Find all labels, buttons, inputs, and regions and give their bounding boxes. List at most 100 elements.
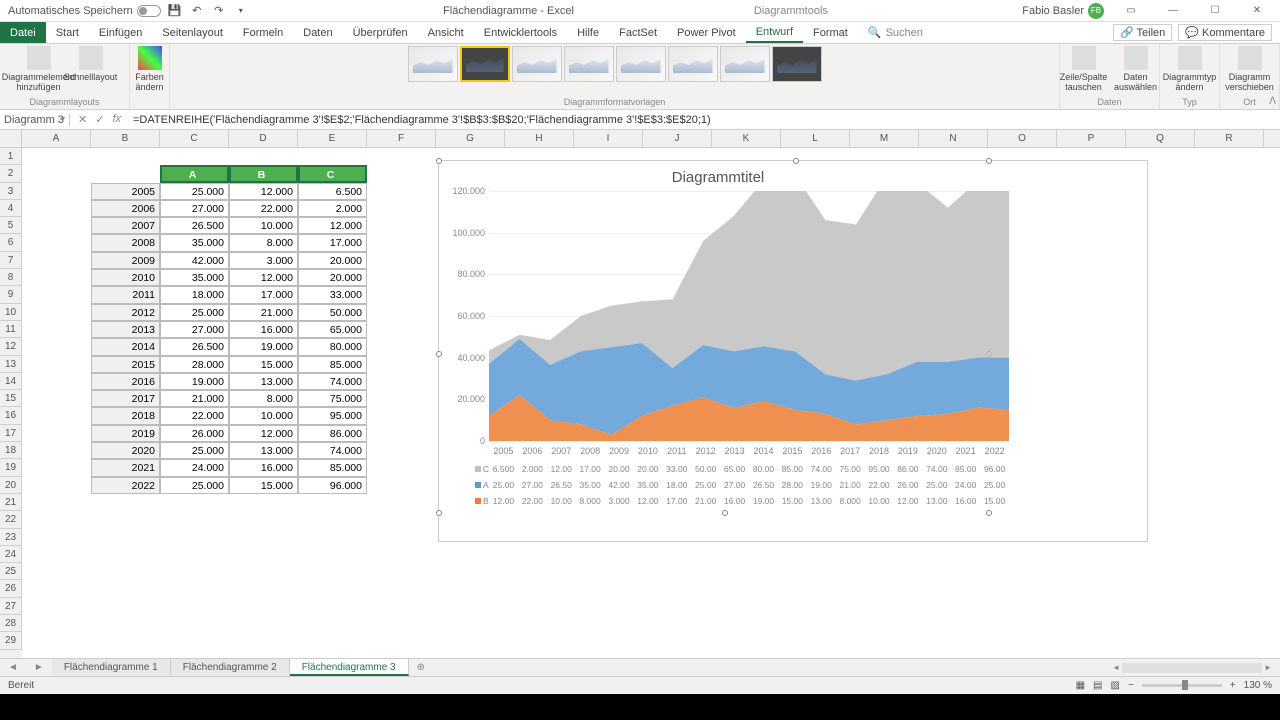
row-header[interactable]: 1 [0, 148, 22, 165]
change-chart-type-button[interactable]: Diagrammtyp ändern [1165, 46, 1215, 92]
row-header[interactable]: 19 [0, 459, 22, 476]
row-header[interactable]: 17 [0, 425, 22, 442]
col-header[interactable]: R [1195, 130, 1264, 147]
tab-entwicklertools[interactable]: Entwicklertools [474, 22, 567, 43]
chart-styles-gallery[interactable] [408, 46, 822, 82]
chart-style-1[interactable] [408, 46, 458, 82]
row-header[interactable]: 7 [0, 252, 22, 269]
sheet-tab[interactable]: Flächendiagramme 2 [171, 659, 290, 676]
row-header[interactable]: 21 [0, 494, 22, 511]
row-header[interactable]: 2 [0, 165, 22, 182]
table-cell[interactable]: 2010 [91, 269, 160, 286]
table-cell[interactable]: 12.000 [229, 269, 298, 286]
row-header[interactable]: 10 [0, 304, 22, 321]
chart-style-6[interactable] [668, 46, 718, 82]
row-header[interactable]: 13 [0, 356, 22, 373]
row-header[interactable]: 15 [0, 390, 22, 407]
zoom-level[interactable]: 130 % [1244, 680, 1272, 691]
chart-style-8[interactable] [772, 46, 822, 82]
table-cell[interactable]: 17.000 [229, 286, 298, 303]
table-cell[interactable]: 2009 [91, 252, 160, 269]
chart-style-5[interactable] [616, 46, 666, 82]
col-header[interactable]: G [436, 130, 505, 147]
data-table[interactable]: ABC200525.00012.0006.500200627.00022.000… [91, 165, 367, 494]
tab-formeln[interactable]: Formeln [233, 22, 293, 43]
col-header[interactable]: C [160, 130, 229, 147]
row-header[interactable]: 29 [0, 632, 22, 649]
minimize-icon[interactable]: — [1158, 5, 1188, 16]
close-icon[interactable]: ✕ [1242, 5, 1272, 16]
cancel-formula-icon[interactable]: ✕ [78, 113, 87, 126]
autosave-toggle[interactable]: Automatisches Speichern [8, 5, 161, 17]
hscroll-bar[interactable] [1122, 663, 1262, 673]
table-cell[interactable]: 22.000 [160, 407, 229, 424]
view-page-icon[interactable]: ▤ [1093, 680, 1102, 691]
chart-style-3[interactable] [512, 46, 562, 82]
table-cell[interactable]: 10.000 [229, 407, 298, 424]
col-header[interactable]: Q [1126, 130, 1195, 147]
row-header[interactable]: 23 [0, 529, 22, 546]
select-data-button[interactable]: Daten auswählen [1111, 46, 1161, 92]
tab-power pivot[interactable]: Power Pivot [667, 22, 746, 43]
table-cell[interactable]: 96.000 [298, 477, 367, 494]
add-chart-element-button[interactable]: Diagrammelement hinzufügen [14, 46, 64, 92]
col-header[interactable]: O [988, 130, 1057, 147]
save-icon[interactable]: 💾 [167, 3, 183, 19]
table-cell[interactable]: 2013 [91, 321, 160, 338]
row-header[interactable]: 9 [0, 286, 22, 303]
table-cell[interactable]: 16.000 [229, 459, 298, 476]
tab-factset[interactable]: FactSet [609, 22, 667, 43]
table-cell[interactable]: 95.000 [298, 407, 367, 424]
table-cell[interactable]: 12.000 [229, 425, 298, 442]
change-colors-button[interactable]: Farben ändern [125, 46, 175, 92]
table-cell[interactable]: 2017 [91, 390, 160, 407]
table-cell[interactable]: 2020 [91, 442, 160, 459]
undo-icon[interactable]: ↶ [189, 3, 205, 19]
share-button[interactable]: 🔗 Teilen [1113, 24, 1172, 41]
table-cell[interactable]: 80.000 [298, 338, 367, 355]
switch-row-col-button[interactable]: Zeile/Spalte tauschen [1059, 46, 1109, 92]
tab-ansicht[interactable]: Ansicht [418, 22, 474, 43]
col-header[interactable]: K [712, 130, 781, 147]
col-header[interactable]: N [919, 130, 988, 147]
row-header[interactable]: 18 [0, 442, 22, 459]
table-cell[interactable]: 50.000 [298, 304, 367, 321]
table-cell[interactable]: 12.000 [229, 183, 298, 200]
table-cell[interactable]: 65.000 [298, 321, 367, 338]
user-account[interactable]: Fabio Basler FB [1022, 3, 1104, 19]
table-cell[interactable]: 20.000 [298, 269, 367, 286]
row-header[interactable]: 24 [0, 546, 22, 563]
table-cell[interactable]: 35.000 [160, 269, 229, 286]
row-header[interactable]: 22 [0, 511, 22, 528]
row-header[interactable]: 28 [0, 615, 22, 632]
table-cell[interactable]: 35.000 [160, 234, 229, 251]
enter-formula-icon[interactable]: ✓ [95, 113, 104, 126]
sheet-nav-next-icon[interactable]: ► [26, 662, 52, 673]
sheet-nav-prev-icon[interactable]: ◄ [0, 662, 26, 673]
chart-style-7[interactable] [720, 46, 770, 82]
tab-datei[interactable]: Datei [0, 22, 46, 43]
tab-einfügen[interactable]: Einfügen [89, 22, 152, 43]
table-cell[interactable]: 74.000 [298, 373, 367, 390]
col-header[interactable]: L [781, 130, 850, 147]
col-header[interactable]: H [505, 130, 574, 147]
col-header[interactable]: E [298, 130, 367, 147]
table-cell[interactable]: 16.000 [229, 321, 298, 338]
zoom-in-icon[interactable]: + [1230, 680, 1236, 691]
table-cell[interactable]: 33.000 [298, 286, 367, 303]
table-cell[interactable]: 18.000 [160, 286, 229, 303]
table-cell[interactable]: 85.000 [298, 356, 367, 373]
tab-format[interactable]: Format [803, 22, 858, 43]
table-cell[interactable]: 2011 [91, 286, 160, 303]
search-box[interactable]: 🔍Suchen [868, 26, 923, 39]
table-cell[interactable]: 26.000 [160, 425, 229, 442]
maximize-icon[interactable]: ☐ [1200, 5, 1230, 16]
fx-icon[interactable]: fx [112, 113, 121, 126]
redo-icon[interactable]: ↷ [211, 3, 227, 19]
col-header[interactable]: P [1057, 130, 1126, 147]
table-cell[interactable]: 22.000 [229, 200, 298, 217]
table-cell[interactable]: 3.000 [229, 252, 298, 269]
comments-button[interactable]: 💬 Kommentare [1178, 24, 1272, 41]
zoom-slider[interactable] [1142, 684, 1222, 687]
hscroll-left-icon[interactable]: ◄ [1112, 663, 1120, 672]
